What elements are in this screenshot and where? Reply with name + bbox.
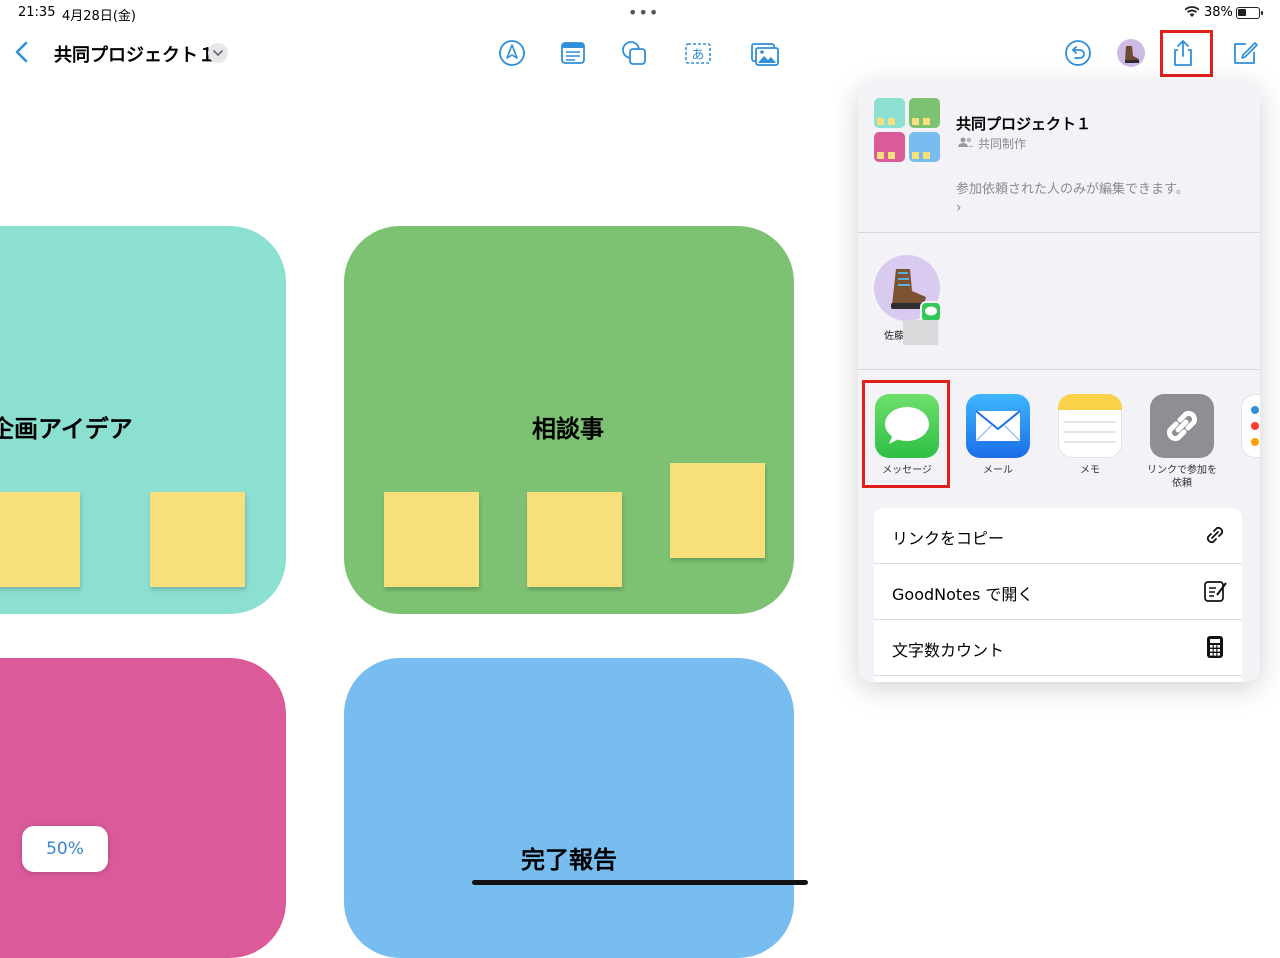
undo-icon[interactable]	[1063, 38, 1093, 68]
contact-name: 佐藤	[884, 331, 904, 342]
contact-suggestion[interactable]: 佐藤	[858, 232, 998, 362]
board-tile-done[interactable]	[344, 658, 794, 958]
copy-link-action[interactable]: リンクをコピー	[874, 508, 1242, 564]
notes-icon	[1058, 394, 1122, 458]
redaction-block	[903, 320, 938, 345]
svg-text:あ: あ	[691, 48, 704, 63]
board-thumbnail	[874, 98, 940, 162]
more-actions-row[interactable]	[874, 676, 1242, 682]
app-label: リマ	[1230, 464, 1260, 477]
back-button[interactable]	[10, 38, 34, 66]
tile-label-done: 完了報告	[521, 846, 617, 874]
sticky-note[interactable]	[670, 463, 765, 558]
sticky-note[interactable]	[0, 492, 80, 587]
link-icon	[1150, 394, 1214, 458]
note-card-icon[interactable]	[558, 38, 588, 68]
compose-icon[interactable]	[1230, 38, 1260, 68]
app-label: リンクで参加を 依頼	[1147, 465, 1217, 489]
share-header[interactable]: 共同プロジェクト１ 共同制作 参加依頼された人のみが編集できます。 ›	[858, 82, 1260, 232]
battery-icon	[1236, 7, 1263, 19]
app-label: メール	[983, 465, 1013, 476]
link-icon	[1206, 526, 1224, 544]
share-app-mail[interactable]: メール	[955, 394, 1041, 477]
share-button-highlight	[1160, 30, 1213, 77]
action-label: GoodNotes で開く	[892, 585, 1034, 604]
multitasking-dots[interactable]: •••	[628, 3, 659, 22]
action-label: 文字数カウント	[892, 641, 1005, 660]
shapes-icon[interactable]	[619, 38, 649, 68]
divider	[858, 369, 1260, 370]
mail-icon	[966, 394, 1030, 458]
avatar[interactable]	[1116, 38, 1146, 68]
messages-highlight	[862, 380, 950, 488]
action-label: リンクをコピー	[892, 529, 1005, 548]
tile-label-consult: 相談事	[532, 415, 604, 443]
share-app-notes[interactable]: メモ	[1047, 394, 1133, 477]
app-label: メモ	[1080, 465, 1100, 476]
share-sheet: 共同プロジェクト１ 共同制作 参加依頼された人のみが編集できます。 › 佐藤 メ…	[858, 82, 1260, 682]
chevron-right-icon[interactable]: ›	[956, 200, 962, 216]
document-title[interactable]: 共同プロジェクト１	[54, 41, 216, 67]
share-app-reminders[interactable]: リマ	[1230, 394, 1260, 477]
share-title: 共同プロジェクト１	[956, 115, 1092, 133]
photo-icon[interactable]	[749, 38, 779, 68]
sticky-note[interactable]	[150, 492, 245, 587]
battery-percent: 38%	[1204, 5, 1233, 20]
sticky-note[interactable]	[384, 492, 479, 587]
collaboration-icon	[958, 137, 974, 147]
open-in-goodnotes-action[interactable]: GoodNotes で開く	[874, 564, 1242, 620]
calculator-icon	[1207, 636, 1223, 658]
status-bar: 21:35 4月28日(金) ••• 38%	[0, 0, 1280, 26]
goodnotes-icon	[1204, 581, 1227, 602]
chevron-down-icon[interactable]	[208, 43, 228, 63]
tile-label-ideas: 企画アイデア	[0, 415, 133, 443]
pen-icon[interactable]	[497, 38, 527, 68]
share-app-invite-link[interactable]: リンクで参加を 依頼	[1139, 394, 1225, 490]
home-indicator[interactable]	[472, 880, 808, 885]
status-time: 21:35	[18, 5, 56, 20]
wifi-icon	[1184, 6, 1200, 17]
sticky-note[interactable]	[527, 492, 622, 587]
share-action-list: リンクをコピー GoodNotes で開く 文字数カウント	[874, 508, 1242, 682]
share-subtitle: 共同制作	[978, 137, 1027, 151]
board-tile-pink[interactable]	[0, 658, 286, 958]
text-box-icon[interactable]: あ	[683, 38, 713, 68]
zoom-level-button[interactable]: 50%	[22, 826, 108, 872]
reminders-icon	[1241, 394, 1260, 458]
character-count-action[interactable]: 文字数カウント	[874, 620, 1242, 676]
status-date: 4月28日(金)	[62, 9, 136, 24]
permission-notice: 参加依頼された人のみが編集できます。	[956, 182, 1189, 197]
